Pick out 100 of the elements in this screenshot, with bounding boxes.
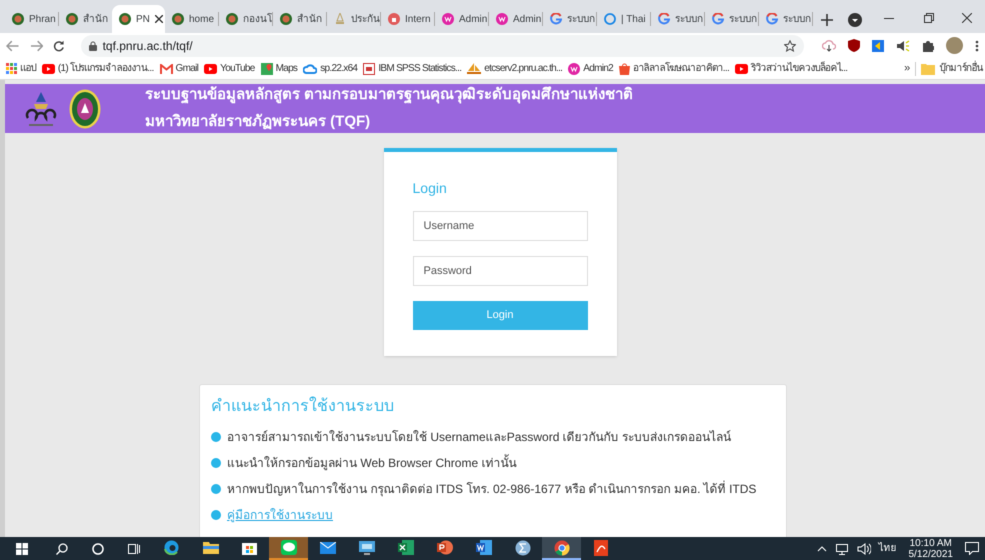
browser-tab[interactable]: ระบบก <box>651 8 704 30</box>
reload-icon[interactable] <box>53 40 65 52</box>
bookmark-link[interactable]: อาลิลาลโฆษณาอาคิตา... <box>618 61 730 76</box>
bullet-icon <box>211 484 221 494</box>
speaker-icon[interactable] <box>896 40 910 52</box>
bookmark-link[interactable]: sp.22.x64 <box>303 61 358 76</box>
other-bookmarks-link[interactable]: บุ๊กมาร์กอื่น <box>920 61 983 76</box>
browser-tab[interactable]: home <box>165 8 218 30</box>
edge-logo-icon <box>164 540 179 555</box>
tab-title: Phran <box>29 12 56 26</box>
sigma-icon <box>514 540 530 556</box>
browser-tab[interactable]: Admin <box>489 8 542 30</box>
shield-icon[interactable] <box>848 39 860 52</box>
ring-icon <box>604 13 616 25</box>
bookmark-link[interactable]: Maps <box>260 61 298 76</box>
url-text: tqf.pnru.ac.th/tqf/ <box>102 38 193 54</box>
login-heading: Login <box>412 179 448 198</box>
taskbar-app-button[interactable] <box>542 537 581 560</box>
shopping-bag-icon <box>618 62 630 74</box>
excel-logo-icon <box>398 540 414 555</box>
browser-tab[interactable]: PN <box>112 5 165 33</box>
bookmark-link[interactable]: IBM SPSS Statistics... <box>363 61 462 76</box>
tab-title: | Thai <box>621 12 646 26</box>
browser-tab[interactable]: ระบบก <box>705 8 758 30</box>
bullet-icon <box>211 432 221 442</box>
play-button-icon <box>735 64 748 74</box>
chrome-logo-icon <box>554 540 570 556</box>
circle-icon <box>92 542 104 554</box>
bullet-icon <box>211 458 221 468</box>
tab-title: ประกัน <box>351 12 380 26</box>
university-seal-icon <box>69 88 101 128</box>
bookmark-link[interactable]: แอป <box>6 61 36 76</box>
notification-icon[interactable] <box>965 542 979 555</box>
envelope-m-icon <box>160 64 173 74</box>
bookmark-link[interactable]: Admin2 <box>568 61 613 76</box>
play-button-icon <box>204 64 218 74</box>
cloud-icon <box>303 64 318 74</box>
profile-avatar[interactable] <box>946 37 964 54</box>
address-bar[interactable]: tqf.pnru.ac.th/tqf/ <box>80 34 804 56</box>
google-logo-icon <box>766 13 778 25</box>
tab-title: กองนโ <box>243 12 272 26</box>
seal-icon <box>66 13 78 25</box>
restore-icon <box>924 13 934 23</box>
seal-icon <box>280 13 292 25</box>
bookmark-link[interactable]: Gmail <box>160 61 198 76</box>
bookmark-link[interactable]: etcserv2.pnru.ac.th... <box>467 61 562 76</box>
envelope-icon <box>320 542 336 554</box>
apps-grid-icon <box>6 63 17 74</box>
browser-tab[interactable]: กองนโ <box>219 8 272 30</box>
forward-arrow-icon[interactable] <box>30 40 43 52</box>
star-icon[interactable] <box>784 40 796 52</box>
powerpoint-logo-icon <box>436 540 452 555</box>
seal-icon <box>172 13 184 25</box>
clock[interactable]: 10:10 AM 5/12/2021 <box>904 538 957 560</box>
password-field[interactable]: Password <box>412 256 588 286</box>
puzzle-icon[interactable] <box>922 40 934 52</box>
tab-title: ระบบก <box>675 12 703 26</box>
seal-icon <box>226 13 238 25</box>
bookmark-link[interactable]: ริวิวสว่านไขควงบล็อคไ... <box>735 61 848 76</box>
seal-icon <box>12 13 24 25</box>
download-cloud-icon[interactable] <box>822 40 836 52</box>
bookmark-link[interactable]: (1) โปรแกรมจำลองงาน... <box>42 61 154 76</box>
tab-title: Admin <box>513 12 542 26</box>
menu-icon[interactable] <box>975 40 980 52</box>
browser-tab[interactable]: ระบบก <box>543 8 596 30</box>
bookmark-link[interactable]: YouTube <box>204 61 255 76</box>
speaker-icon[interactable] <box>856 542 870 554</box>
chevron-up-icon[interactable] <box>816 546 826 552</box>
username-field[interactable]: Username <box>412 211 588 241</box>
tab-title: PN <box>136 12 150 26</box>
bullet-icon <box>211 510 221 520</box>
instructions-heading: คำแนะนำการใช้งานระบบ <box>211 396 395 417</box>
close-icon[interactable] <box>154 15 163 23</box>
tab-title: home <box>189 12 214 26</box>
caret-down-icon <box>848 13 862 27</box>
tab-title: สำนัก <box>297 12 322 26</box>
extension-icon[interactable] <box>872 40 884 52</box>
google-logo-icon <box>712 13 724 25</box>
browser-tab[interactable]: Phran <box>5 8 58 30</box>
browser-tab[interactable]: สำนัก <box>59 8 112 30</box>
close-icon <box>962 13 972 23</box>
browser-tab[interactable]: | Thai <box>597 8 650 30</box>
instruction-text: หากพบปัญหาในการใช้งาน กรุณาติดต่อ ITDS โทร. 02-986-1677 หรือ ดำเนินการกรอก มคอ. ได้ที่ ITDS <box>227 480 756 498</box>
network-icon[interactable] <box>834 542 848 554</box>
browser-tab[interactable]: ระบบก <box>759 8 812 30</box>
clock-time: 10:10 AM <box>910 538 952 548</box>
lock-icon <box>388 13 400 25</box>
browser-tab[interactable]: Intern <box>381 8 434 30</box>
temple-icon <box>334 13 346 25</box>
header-title: ระบบฐานข้อมูลหลักสูตร ตามกรอบมาตรฐานคุณวุฒิระดับอุดมศึกษาแห่งชาติ <box>145 85 634 106</box>
input-language-indicator[interactable]: ไทย <box>878 541 896 556</box>
more-bookmarks-button[interactable]: » <box>904 60 910 77</box>
monitor-icon <box>358 540 374 554</box>
browser-tab[interactable]: Admin <box>435 8 488 30</box>
browser-tab[interactable]: สำนัก <box>273 8 326 30</box>
browser-tab[interactable]: ประกัน <box>327 8 380 30</box>
back-arrow-icon[interactable] <box>6 40 20 52</box>
google-logo-icon <box>658 13 670 25</box>
map-pin-icon <box>260 62 273 74</box>
lock-icon <box>88 40 97 50</box>
